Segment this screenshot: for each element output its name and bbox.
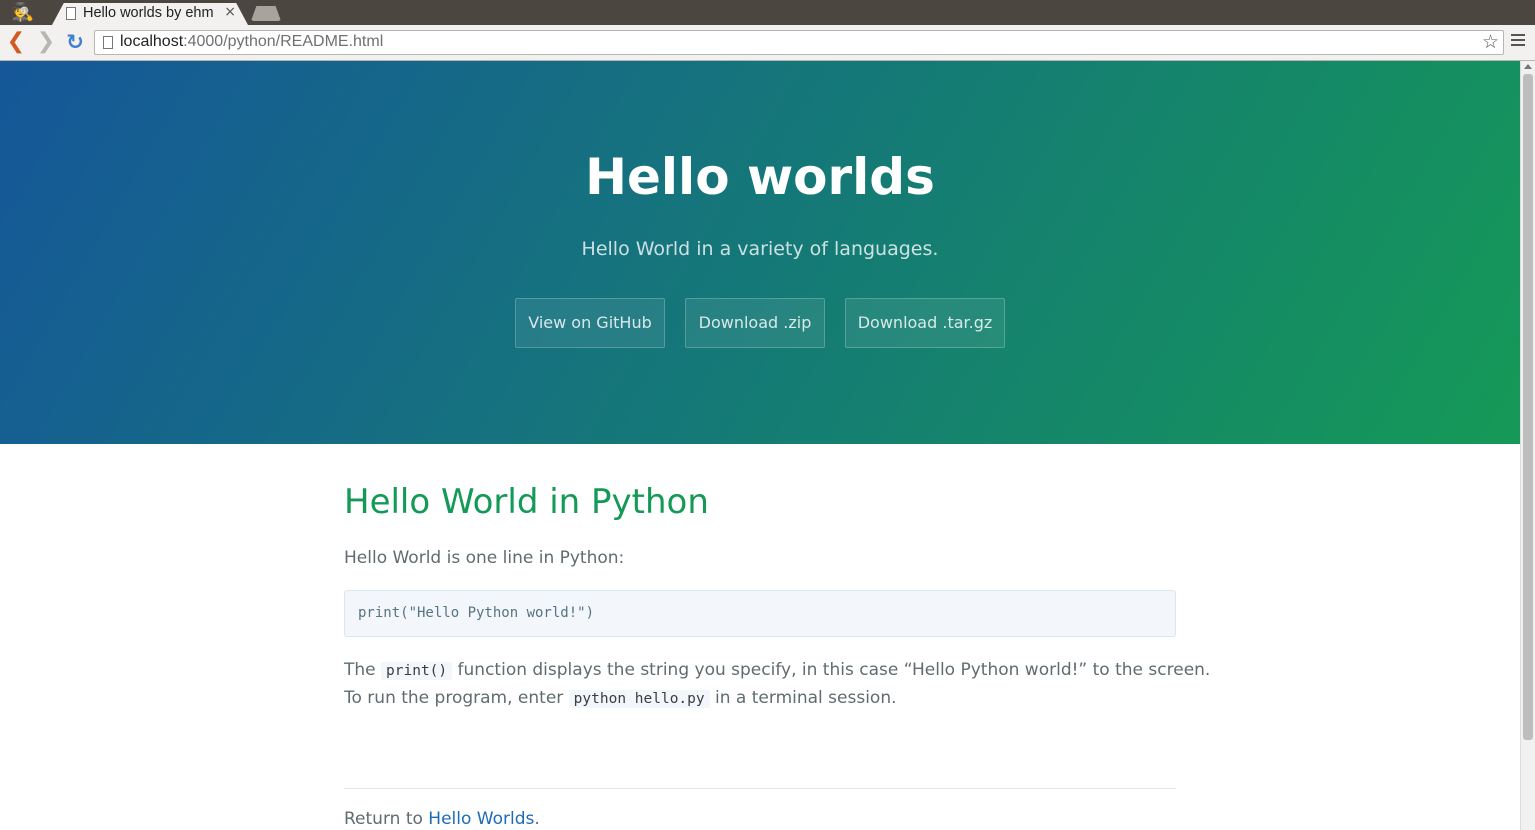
- url-host: localhost: [120, 33, 184, 50]
- inline-code-command: python hello.py: [568, 690, 710, 708]
- scrollbar-thumb[interactable]: [1523, 74, 1533, 740]
- tab-title: Hello worlds by ehm: [83, 5, 214, 21]
- project-tagline: Hello World in a variety of languages.: [581, 238, 939, 260]
- hello-worlds-link[interactable]: Hello Worlds: [428, 809, 534, 829]
- back-icon[interactable]: ❮: [4, 28, 28, 56]
- forward-icon[interactable]: ❯: [34, 28, 58, 56]
- divider: [344, 788, 1176, 789]
- inline-code-print: print(): [381, 662, 453, 680]
- incognito-icon: 🕵: [11, 2, 35, 23]
- scroll-up-arrow-icon[interactable]: [1524, 64, 1532, 69]
- url-path: :4000/python/README.html: [183, 33, 384, 50]
- page-header: Hello worlds Hello World in a variety of…: [0, 61, 1520, 444]
- url-text[interactable]: localhost:4000/python/README.html: [120, 33, 383, 53]
- close-tab-icon[interactable]: ×: [224, 4, 236, 20]
- download-targz-button[interactable]: Download .tar.gz: [845, 298, 1005, 348]
- code-snippet: print("Hello Python world!"): [358, 605, 595, 621]
- menu-icon[interactable]: [1511, 34, 1525, 48]
- page-icon: [66, 7, 76, 20]
- return-paragraph: Return to Hello Worlds.: [344, 809, 540, 829]
- browser-tab[interactable]: Hello worlds by ehm ×: [52, 3, 248, 25]
- description-line-2: To run the program, enter python hello.p…: [344, 688, 897, 708]
- page-viewport: Hello worlds Hello World in a variety of…: [0, 61, 1520, 830]
- view-on-github-button[interactable]: View on GitHub: [515, 298, 665, 348]
- code-block: print("Hello Python world!"): [344, 590, 1176, 637]
- description-line-1: The print() function displays the string…: [344, 660, 1211, 680]
- description-paragraph: The print() function displays the string…: [344, 657, 1211, 713]
- address-bar[interactable]: localhost:4000/python/README.html ☆: [94, 30, 1504, 55]
- scrollbar[interactable]: [1520, 61, 1535, 830]
- intro-paragraph: Hello World is one line in Python:: [344, 548, 625, 568]
- page-heading: Hello World in Python: [344, 482, 709, 522]
- project-name: Hello worlds: [585, 148, 935, 206]
- new-tab-button[interactable]: [251, 6, 281, 21]
- browser-toolbar: ❮ ❯ ↻ localhost:4000/python/README.html …: [0, 25, 1535, 61]
- page-icon: [103, 36, 113, 49]
- tab-strip: 🕵 Hello worlds by ehm ×: [0, 0, 1535, 25]
- bookmark-star-icon[interactable]: ☆: [1482, 31, 1499, 53]
- download-zip-button[interactable]: Download .zip: [685, 298, 825, 348]
- reload-icon[interactable]: ↻: [63, 28, 87, 56]
